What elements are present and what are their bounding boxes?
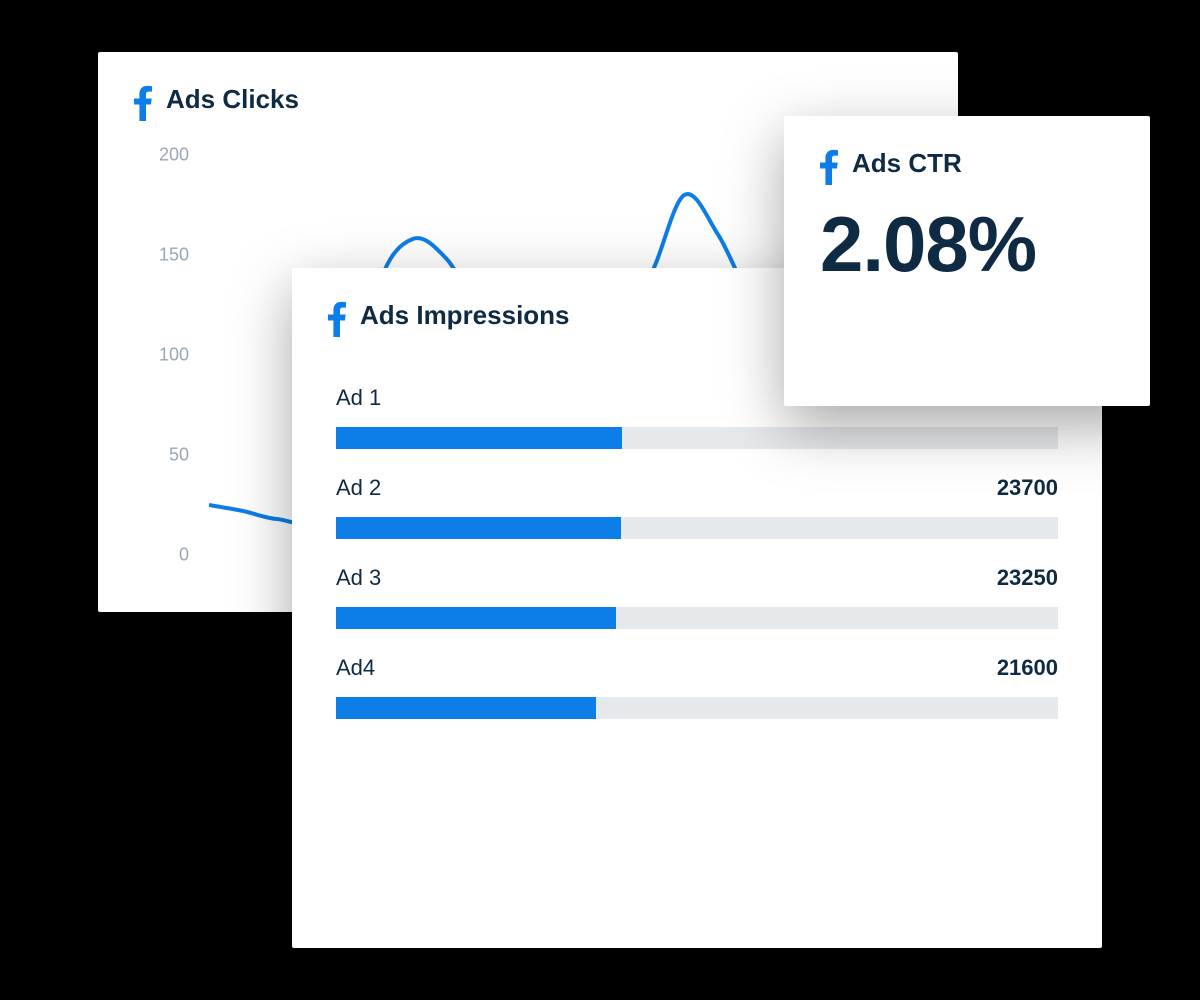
bar-track [336, 697, 1058, 719]
bar-track [336, 607, 1058, 629]
y-axis-tick: 100 [134, 345, 189, 366]
facebook-icon [328, 301, 346, 331]
y-axis-tick: 50 [134, 445, 189, 466]
impression-row: Ad 3 23250 [336, 565, 1058, 629]
facebook-icon [820, 149, 838, 179]
bar-track [336, 517, 1058, 539]
ad-label: Ad 1 [336, 385, 381, 411]
bar-track [336, 427, 1058, 449]
card-title: Ads CTR [852, 148, 962, 179]
card-title: Ads Impressions [360, 300, 570, 331]
ad-value: 23700 [997, 475, 1058, 501]
ad-label: Ad4 [336, 655, 375, 681]
ctr-value: 2.08% [784, 189, 1150, 290]
ad-value: 21600 [997, 655, 1058, 681]
impression-row-head: Ad 2 23700 [336, 475, 1058, 501]
bar-fill [336, 427, 622, 449]
ad-label: Ad 3 [336, 565, 381, 591]
y-axis-tick: 200 [134, 145, 189, 166]
card-header: Ads CTR [784, 116, 1150, 189]
ad-label: Ad 2 [336, 475, 381, 501]
card-header: Ads Clicks [98, 52, 958, 125]
ads-ctr-card: Ads CTR 2.08% [784, 116, 1150, 406]
ad-value: 23250 [997, 565, 1058, 591]
impression-row: Ad 2 23700 [336, 475, 1058, 539]
y-axis-tick: 150 [134, 245, 189, 266]
impression-row: Ad4 21600 [336, 655, 1058, 719]
y-axis-tick: 0 [134, 545, 189, 566]
facebook-icon [134, 85, 152, 115]
impression-row-head: Ad 3 23250 [336, 565, 1058, 591]
impression-row-head: Ad4 21600 [336, 655, 1058, 681]
bar-fill [336, 697, 596, 719]
bar-fill [336, 607, 616, 629]
card-title: Ads Clicks [166, 84, 299, 115]
bar-fill [336, 517, 621, 539]
